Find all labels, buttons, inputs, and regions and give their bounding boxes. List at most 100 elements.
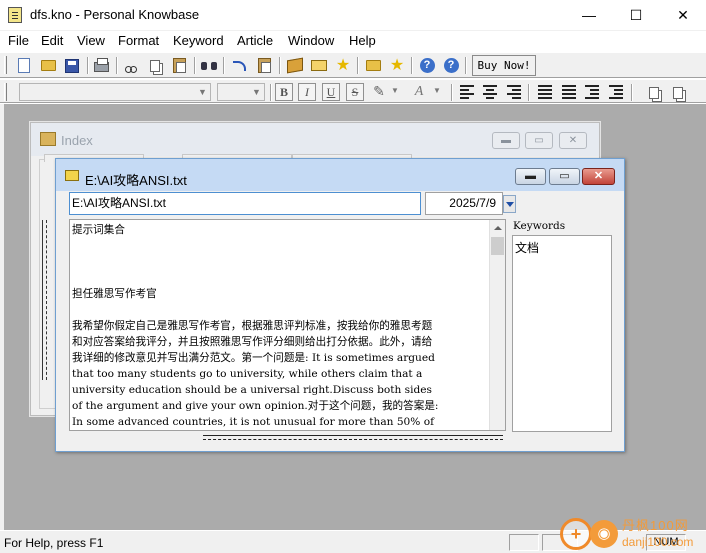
numbered-list-button[interactable] bbox=[538, 85, 552, 99]
toolbar-separator bbox=[116, 57, 118, 74]
chevron-down-icon[interactable]: ▼ bbox=[249, 84, 264, 100]
watermark-logo-icon: ◉ bbox=[590, 520, 618, 548]
document-window[interactable]: E:\AI攻略ANSI.txt ▬ ▭ ✕ E:\AI攻略ANSI.txt 20… bbox=[55, 158, 625, 452]
increase-indent-button[interactable] bbox=[609, 85, 623, 99]
index-splitter[interactable] bbox=[42, 220, 47, 380]
window-title: dfs.kno - Personal Knowbase bbox=[30, 7, 200, 22]
folder-button[interactable] bbox=[363, 56, 383, 75]
watermark-plus-icon: + bbox=[560, 518, 592, 550]
index-minimize-button[interactable]: ▬ bbox=[492, 132, 520, 149]
scrollbar-thumb[interactable] bbox=[491, 237, 504, 255]
context-help-icon: ? bbox=[443, 58, 459, 73]
toolbar-separator bbox=[528, 84, 530, 101]
chevron-down-icon[interactable]: ▼ bbox=[391, 86, 399, 95]
minimize-button[interactable]: — bbox=[566, 0, 612, 31]
find-button[interactable] bbox=[199, 56, 219, 75]
cut-button[interactable] bbox=[121, 56, 141, 75]
menu-view[interactable]: View bbox=[77, 33, 105, 48]
buy-now-button[interactable]: Buy Now! bbox=[472, 55, 536, 76]
undo-button[interactable] bbox=[229, 56, 249, 75]
align-center-button[interactable] bbox=[483, 85, 497, 99]
bullet-list-button[interactable] bbox=[562, 85, 576, 99]
menu-format[interactable]: Format bbox=[118, 33, 159, 48]
open-folder-icon bbox=[40, 60, 56, 71]
text-line: university education should be a univers… bbox=[72, 384, 432, 396]
menu-help[interactable]: Help bbox=[349, 33, 376, 48]
help-button[interactable]: ? bbox=[417, 56, 437, 75]
font-color-button[interactable]: A bbox=[409, 82, 429, 101]
menu-file[interactable]: File bbox=[8, 33, 29, 48]
toolbar-separator bbox=[411, 57, 413, 74]
document-window-title-bar[interactable]: E:\AI攻略ANSI.txt ▬ ▭ ✕ bbox=[56, 159, 624, 191]
toolbar-grip[interactable] bbox=[4, 56, 7, 74]
favorites-button[interactable]: ★ bbox=[333, 56, 353, 75]
toolbar-separator bbox=[279, 57, 281, 74]
save-disk-icon bbox=[65, 58, 79, 73]
index-close-button[interactable]: ✕ bbox=[559, 132, 587, 149]
menu-article[interactable]: Article bbox=[237, 33, 273, 48]
insert-picture-button[interactable] bbox=[668, 83, 688, 102]
index-window-title-bar[interactable]: Index ▬ ▭ ✕ bbox=[31, 123, 599, 156]
article-text-area[interactable]: 提示词集合 担任雅思写作考官 我希望你假定自己是雅思写作考官，根据雅思评判标准，… bbox=[69, 219, 506, 431]
scroll-up-icon[interactable] bbox=[490, 221, 505, 235]
printer-icon bbox=[93, 58, 109, 72]
strikethrough-button[interactable]: S bbox=[346, 83, 364, 101]
index-maximize-button[interactable]: ▭ bbox=[525, 132, 553, 149]
new-document-button[interactable] bbox=[14, 56, 34, 75]
chevron-down-icon[interactable]: ▼ bbox=[195, 84, 210, 100]
insert-object-button[interactable] bbox=[644, 83, 664, 102]
document-minimize-button[interactable]: ▬ bbox=[515, 168, 546, 185]
menu-edit[interactable]: Edit bbox=[41, 33, 63, 48]
decrease-indent-button[interactable] bbox=[585, 85, 599, 99]
articles-button[interactable] bbox=[285, 56, 305, 75]
text-line bbox=[72, 270, 490, 286]
copy-icon bbox=[150, 59, 160, 72]
highlighter-button[interactable]: ✎ bbox=[369, 82, 389, 101]
clipboard-paste-icon bbox=[172, 58, 186, 73]
date-picker-button[interactable] bbox=[503, 195, 516, 213]
open-button[interactable] bbox=[38, 56, 58, 75]
document-restore-button[interactable]: ▭ bbox=[549, 168, 580, 185]
horizontal-splitter[interactable] bbox=[203, 435, 503, 440]
font-size-combo[interactable]: ▼ bbox=[217, 83, 265, 101]
align-right-button[interactable] bbox=[507, 85, 521, 99]
format-toolbar: ▼ ▼ B I U S ✎ ▼ A ▼ bbox=[0, 79, 706, 103]
keyword-item[interactable]: 文档 bbox=[515, 239, 539, 256]
keywords-book-icon bbox=[311, 60, 327, 71]
window-title-bar[interactable]: dfs.kno - Personal Knowbase — ☐ ✕ bbox=[0, 0, 706, 31]
close-button[interactable]: ✕ bbox=[660, 0, 706, 31]
article-title-field[interactable]: E:\AI攻略ANSI.txt bbox=[69, 192, 421, 215]
keywords-label: Keywords bbox=[513, 220, 566, 232]
align-left-button[interactable] bbox=[460, 85, 474, 99]
document-window-title: E:\AI攻略ANSI.txt bbox=[85, 173, 187, 188]
vertical-scrollbar[interactable] bbox=[489, 220, 505, 430]
insert-picture-icon bbox=[673, 86, 683, 99]
bookmark-star-icon: ★ bbox=[389, 56, 405, 74]
italic-button[interactable]: I bbox=[298, 83, 316, 101]
menu-window[interactable]: Window bbox=[288, 33, 334, 48]
save-button[interactable] bbox=[62, 56, 82, 75]
menu-keyword[interactable]: Keyword bbox=[173, 33, 224, 48]
paste-button[interactable] bbox=[169, 56, 189, 75]
toolbar-grip[interactable] bbox=[4, 83, 7, 101]
keywords-list[interactable]: 文档 bbox=[512, 235, 612, 432]
article-date-field[interactable]: 2025/7/9 bbox=[425, 192, 503, 215]
bold-button[interactable]: B bbox=[275, 83, 293, 101]
context-help-button[interactable]: ? bbox=[441, 56, 461, 75]
help-icon: ? bbox=[419, 58, 435, 73]
text-line bbox=[72, 238, 490, 254]
bookmark-button[interactable]: ★ bbox=[387, 56, 407, 75]
keywords-button[interactable] bbox=[309, 56, 329, 75]
toolbar-separator bbox=[631, 84, 633, 101]
document-close-button[interactable]: ✕ bbox=[582, 168, 615, 185]
chevron-down-icon[interactable]: ▼ bbox=[433, 86, 441, 95]
status-text: For Help, press F1 bbox=[4, 536, 104, 550]
maximize-button[interactable]: ☐ bbox=[613, 0, 659, 31]
toolbar-separator bbox=[357, 57, 359, 74]
font-name-combo[interactable]: ▼ bbox=[19, 83, 211, 101]
print-button[interactable] bbox=[91, 56, 111, 75]
copy-button[interactable] bbox=[145, 56, 165, 75]
site-watermark: + ◉ 丹枫100网 danji100.com bbox=[560, 515, 706, 553]
redo-button[interactable] bbox=[254, 56, 274, 75]
underline-button[interactable]: U bbox=[322, 83, 340, 101]
